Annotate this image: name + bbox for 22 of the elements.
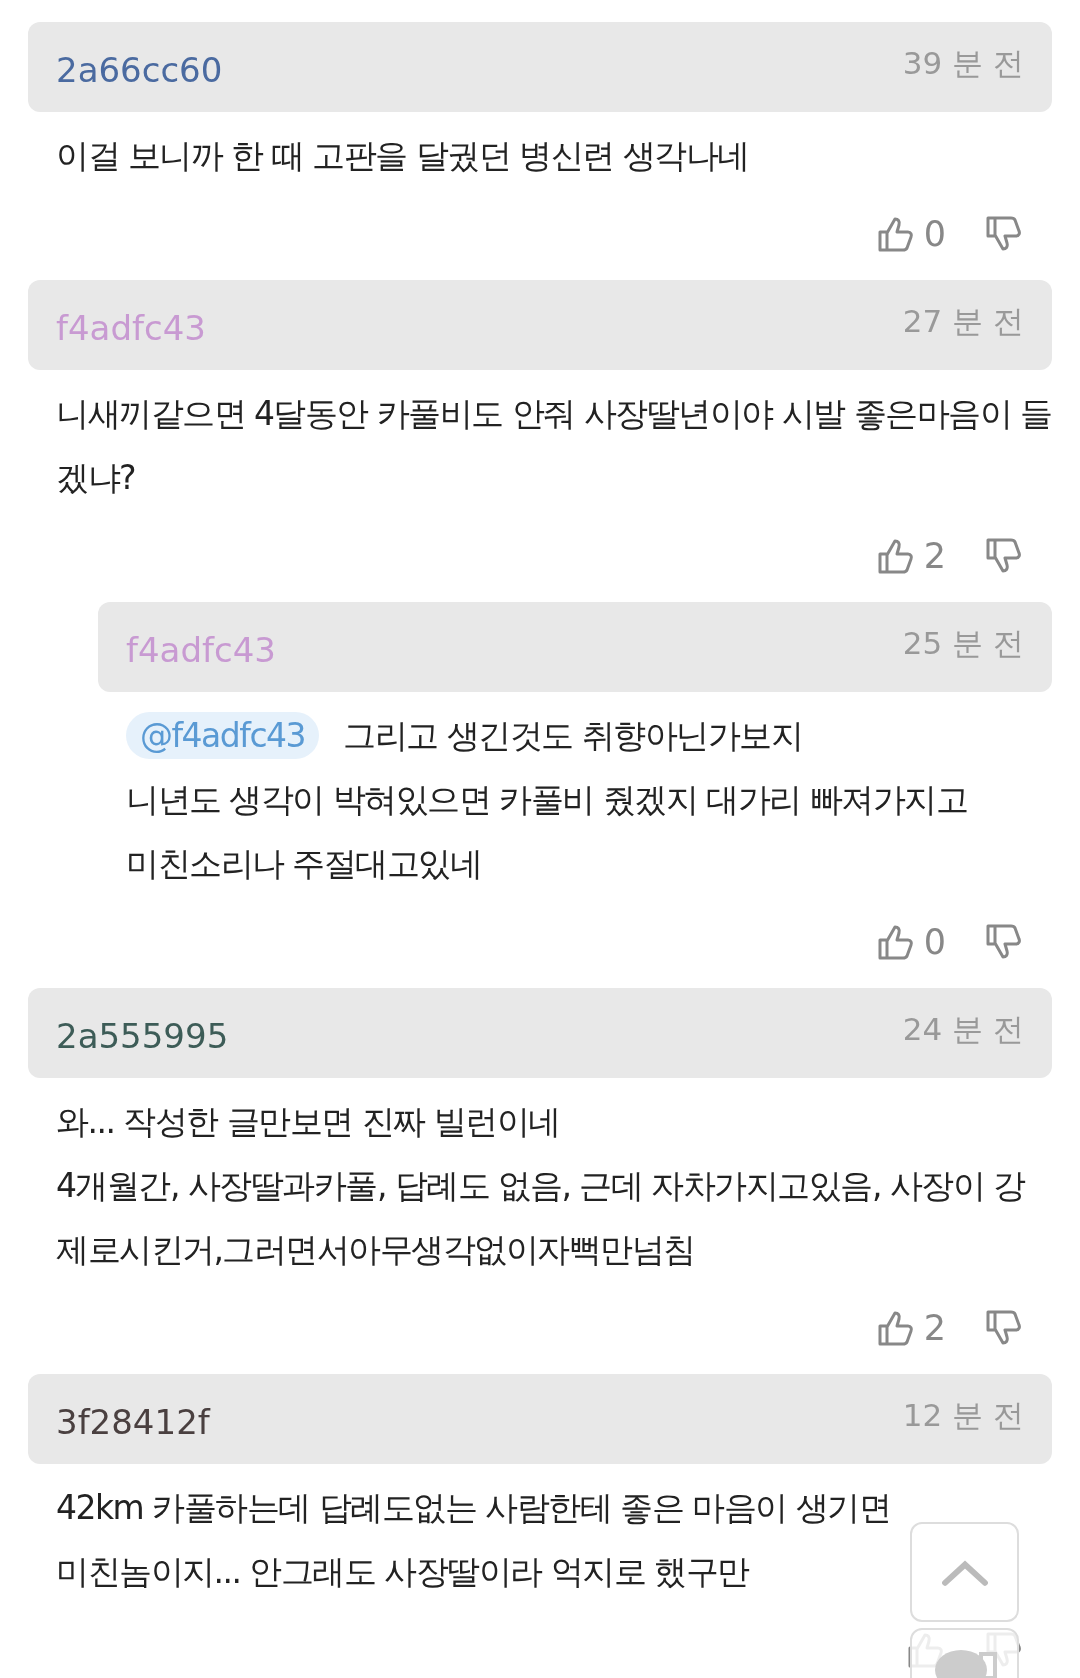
mention-tag[interactable]: @f4adfc43 <box>126 712 320 759</box>
comment-time: 27 분 전 <box>902 302 1024 341</box>
author-name[interactable]: 3f28412f <box>56 1396 210 1442</box>
like-count: 2 <box>923 536 946 576</box>
comment-text: 미친소리나 주절대고있네 <box>126 844 482 883</box>
scroll-top-button[interactable] <box>910 1522 1019 1622</box>
comment-time: 25 분 전 <box>902 624 1024 663</box>
comment-text: 니새끼같으면 4달동안 카풀비도 안줘 사장딸년이야 시발 좋은마음이 들겠냐? <box>56 394 1052 497</box>
like-count: 2 <box>923 1308 946 1348</box>
comment-text: 42km 카풀하는데 답례도없는 사람한테 좋은 마음이 생기면 미친놈이지... 안그래도 사장딸이라 억지로 했구만 <box>56 1488 891 1591</box>
like-count: 0 <box>923 214 946 254</box>
author-name[interactable]: 2a66cc60 <box>56 44 223 90</box>
comment-time: 12 분 전 <box>902 1396 1024 1435</box>
author-name[interactable]: 2a555995 <box>56 1010 229 1056</box>
comment-text: 와... 작성한 글만보면 진짜 빌런이네 <box>56 1102 560 1141</box>
like-count: 0 <box>923 922 946 962</box>
comment-text: 4개월간, 사장딸과카풀, 답례도 없음, 근데 자차가지고있음, 사장이 강제로시킨거,그러면서아무생각없이자뻑만넘침 <box>56 1166 1025 1269</box>
comment-time: 39 분 전 <box>902 44 1024 83</box>
comment-text: 그리고 생긴것도 취향아닌가보지 <box>343 716 803 755</box>
comment-text: 니년도 생각이 박혀있으면 카풀비 줬겠지 대가리 빠져가지고 <box>126 780 968 819</box>
comment-text: 이걸 보니까 한 때 고판을 달궜던 병신련 생각나네 <box>56 136 749 175</box>
comment-time: 24 분 전 <box>902 1010 1024 1049</box>
